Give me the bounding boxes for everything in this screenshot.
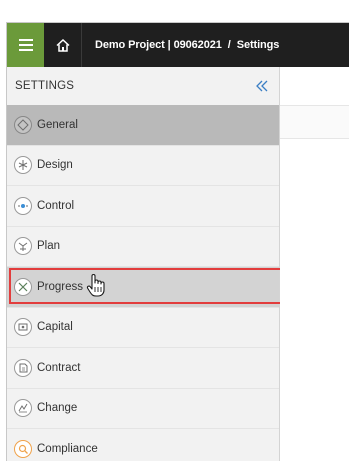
home-button[interactable] xyxy=(44,23,82,67)
app-window: Demo Project | 09062021 / Settings SETTING… xyxy=(6,22,349,461)
sidebar-item-general[interactable]: General xyxy=(7,105,279,146)
contract-icon xyxy=(14,358,32,377)
sidebar-item-capital[interactable]: Capital xyxy=(7,308,279,348)
sidebar-title: SETTINGS xyxy=(15,80,75,92)
top-bar: Demo Project | 09062021 / Settings xyxy=(7,23,349,67)
hamburger-icon xyxy=(18,39,33,51)
sidebar-item-plan[interactable]: Plan xyxy=(7,227,279,267)
double-chevron-left-icon xyxy=(256,80,268,92)
sidebar-item-contract[interactable]: Contract xyxy=(7,348,279,389)
sidebar-item-label: Change xyxy=(37,402,78,415)
change-icon xyxy=(14,399,32,418)
sidebar-item-control[interactable]: Control xyxy=(7,186,279,227)
sidebar-item-label: Progress xyxy=(37,280,84,293)
breadcrumb-page: Settings xyxy=(236,39,280,51)
home-icon xyxy=(55,38,70,52)
sidebar-item-label: Plan xyxy=(37,240,61,253)
sidebar-item-label: Capital xyxy=(37,321,73,334)
general-icon xyxy=(14,115,32,134)
breadcrumb-project[interactable]: Demo Project | 09062021 xyxy=(95,39,222,51)
capital-icon xyxy=(14,318,32,337)
sidebar-item-change[interactable]: Change xyxy=(7,389,279,429)
hand-pointer-cursor-icon xyxy=(86,274,105,297)
sidebar-item-label: Compliance xyxy=(37,442,98,455)
content-tab-strip xyxy=(280,105,349,139)
collapse-sidebar-button[interactable] xyxy=(253,77,271,95)
design-icon xyxy=(14,156,32,175)
plan-icon xyxy=(14,237,32,256)
compliance-icon xyxy=(14,439,32,458)
sidebar-item-label: Design xyxy=(37,159,73,172)
sidebar-item-label: Contract xyxy=(37,361,81,374)
control-icon xyxy=(14,196,32,215)
settings-sidebar: SETTINGS General Design Control Plan Pro… xyxy=(7,67,290,461)
sidebar-item-progress[interactable]: Progress xyxy=(7,267,290,308)
progress-icon xyxy=(14,277,32,296)
hamburger-menu-button[interactable] xyxy=(7,23,44,67)
breadcrumb-separator: / xyxy=(227,39,231,51)
sidebar-item-compliance[interactable]: Compliance xyxy=(7,429,279,467)
sidebar-item-label: Control xyxy=(37,199,75,212)
content-area xyxy=(280,67,349,461)
sidebar-header: SETTINGS xyxy=(7,67,279,105)
sidebar-item-label: General xyxy=(37,118,78,131)
sidebar-item-design[interactable]: Design xyxy=(7,146,279,186)
breadcrumb: Demo Project | 09062021 / Settings xyxy=(82,39,279,51)
